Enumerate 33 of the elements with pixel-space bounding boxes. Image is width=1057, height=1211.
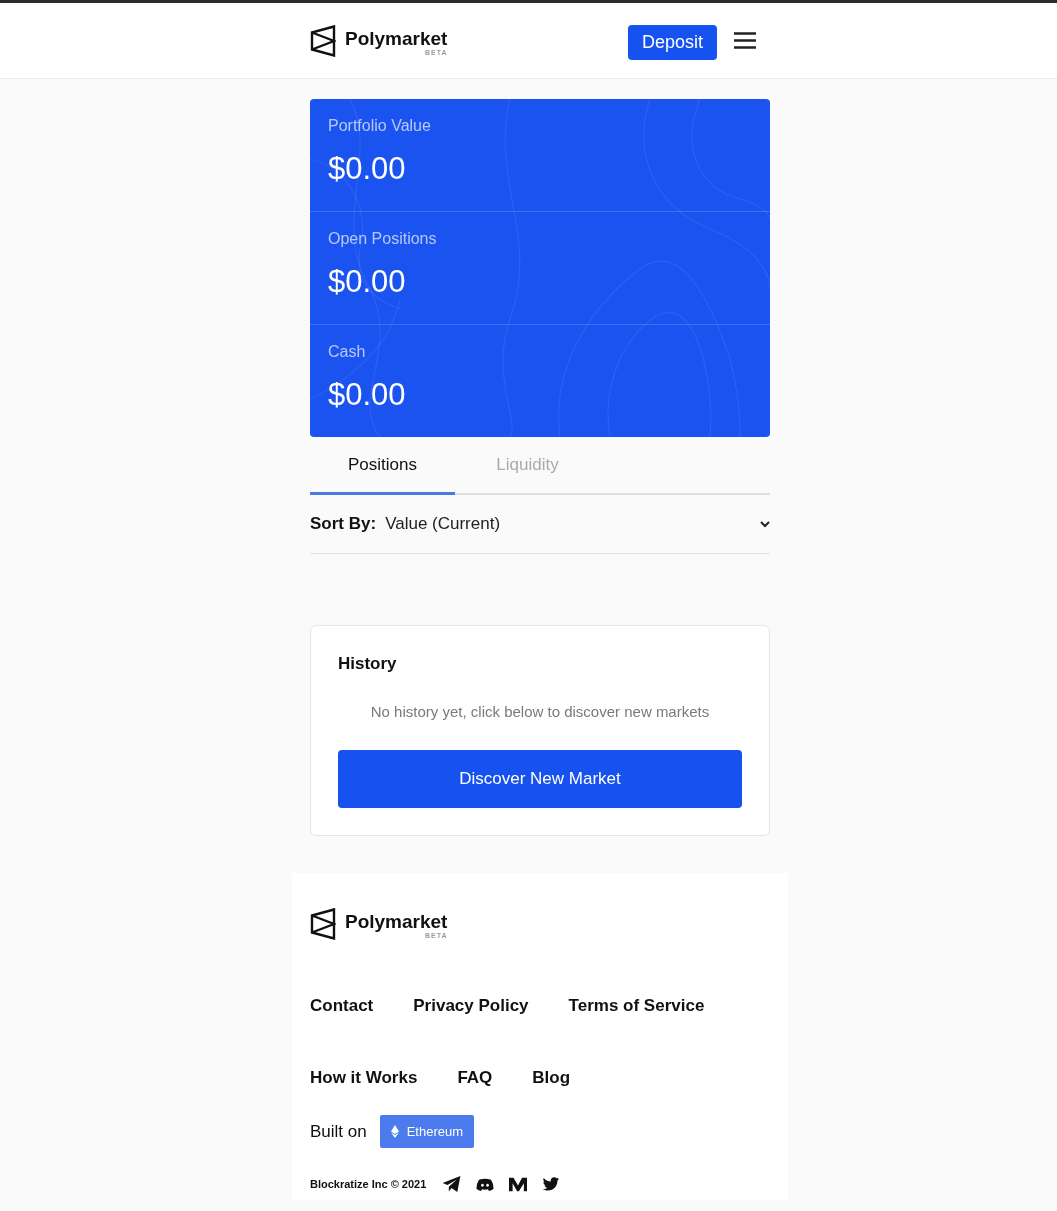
bird-icon[interactable]: [542, 1176, 561, 1192]
chevron-down-icon: [760, 520, 770, 528]
stat-value: $0.00: [328, 376, 407, 414]
footer-link[interactable]: How it Works: [310, 1067, 418, 1089]
sort-dropdown[interactable]: Value (Current): [385, 514, 770, 534]
copyright-text: Blockratize Inc © 2021: [310, 1178, 427, 1190]
menu-icon[interactable]: [734, 32, 756, 49]
chain-badge[interactable]: Ethereum: [379, 1115, 475, 1148]
gamepad-icon[interactable]: [476, 1177, 495, 1191]
history-title: History: [338, 653, 398, 675]
built-on-label: Built on: [310, 1121, 367, 1142]
brand-name: Polymarket: [345, 912, 448, 932]
brand-name: Polymarket: [345, 28, 448, 49]
footer-link[interactable]: Privacy Policy: [413, 995, 529, 1017]
diamond-icon: [390, 1125, 399, 1138]
stat-label: Portfolio Value: [328, 116, 432, 136]
stat-value: $0.00: [328, 263, 407, 301]
logo-icon: [310, 908, 336, 940]
tab[interactable]: Positions: [310, 438, 455, 495]
footer-link[interactable]: Terms of Service: [568, 995, 705, 1017]
deposit-button[interactable]: Deposit: [627, 24, 717, 60]
footer-link[interactable]: Contact: [310, 995, 374, 1017]
footer-link[interactable]: FAQ: [457, 1067, 493, 1089]
sort-label: Sort By:: [310, 514, 377, 534]
discover-button[interactable]: Discover New Market: [338, 750, 742, 808]
stat-label: Cash: [328, 342, 367, 362]
footer-link[interactable]: Blog: [532, 1067, 571, 1089]
empty-message: No history yet, click below to discover new markets: [369, 702, 711, 722]
logo-icon: [310, 24, 336, 57]
stat-label: Open Positions: [328, 229, 438, 249]
stat-value: $0.00: [328, 150, 407, 188]
paper-plane-icon[interactable]: [442, 1176, 462, 1192]
letter-m-icon[interactable]: [509, 1176, 528, 1192]
